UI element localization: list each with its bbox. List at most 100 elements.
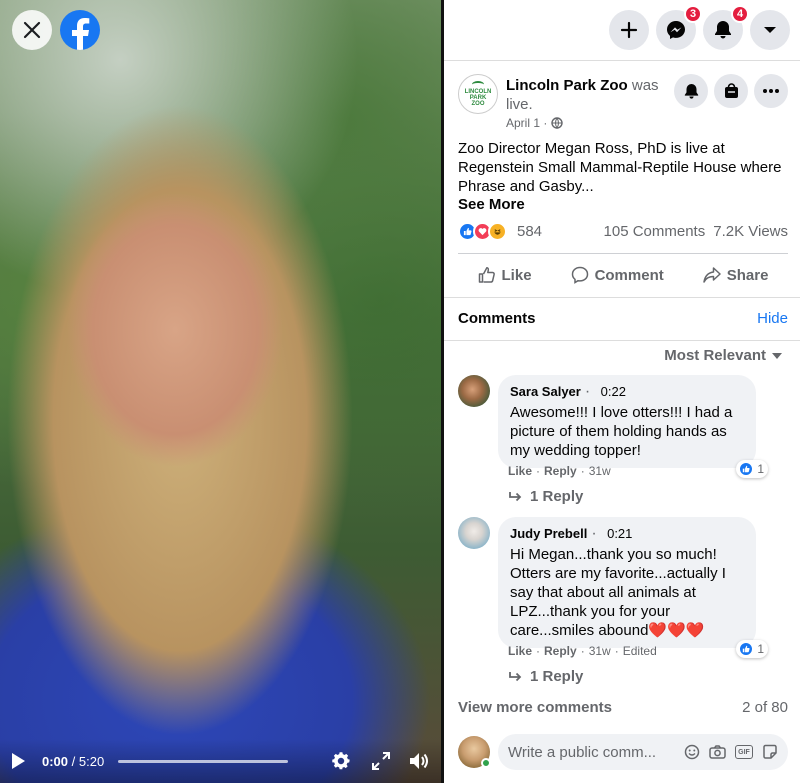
- comment-icon: [571, 266, 588, 284]
- reaction-icons[interactable]: [458, 221, 507, 241]
- camera-icon[interactable]: [709, 744, 726, 760]
- account-menu-button[interactable]: [750, 10, 790, 50]
- emoji-icon[interactable]: [684, 744, 700, 760]
- hide-comments-link[interactable]: Hide: [757, 310, 788, 327]
- like-button[interactable]: Like: [478, 266, 532, 284]
- globe-icon: [551, 117, 564, 129]
- close-icon: [23, 21, 41, 39]
- comment-video-timestamp[interactable]: 0:22: [601, 384, 626, 399]
- play-button[interactable]: [10, 752, 26, 770]
- view-replies-link[interactable]: 1 Reply: [508, 488, 583, 505]
- post-title: Lincoln Park Zoo was live.: [506, 76, 666, 114]
- comment-bubble: Judy Prebell · 0:21 Hi Megan...thank you …: [498, 517, 768, 658]
- composer-icons: GIF: [684, 744, 778, 760]
- comment-age[interactable]: 31w: [589, 644, 611, 658]
- comment-like-count[interactable]: 1: [736, 640, 768, 658]
- settings-button[interactable]: [330, 750, 352, 772]
- comment-button[interactable]: Comment: [571, 266, 664, 284]
- gif-label: GIF: [738, 748, 750, 756]
- separator-dot: ·: [584, 383, 591, 400]
- fullscreen-button[interactable]: [372, 752, 391, 770]
- current-time: 0:00: [42, 753, 69, 769]
- bell-icon: [684, 83, 698, 99]
- bell-icon: [715, 21, 731, 39]
- comment-meta: Like · Reply · 31w · Edited: [508, 644, 657, 658]
- comment-count[interactable]: 105 Comments: [604, 223, 706, 240]
- comment-video-timestamp[interactable]: 0:21: [607, 526, 632, 541]
- meta-dot: ·: [536, 464, 541, 478]
- commenter-avatar[interactable]: [458, 375, 490, 407]
- comment-like-link[interactable]: Like: [508, 464, 532, 478]
- volume-icon: [410, 753, 429, 769]
- like-reaction-icon: [738, 461, 755, 477]
- comment-like-count[interactable]: 1: [736, 460, 768, 478]
- actions-top-divider: [458, 253, 788, 254]
- share-button[interactable]: Share: [703, 266, 769, 284]
- online-status-dot: [481, 758, 491, 768]
- commenter-avatar[interactable]: [458, 517, 490, 549]
- see-more-link[interactable]: See More: [458, 196, 525, 213]
- volume-button[interactable]: [408, 751, 430, 771]
- messenger-badge: 3: [684, 5, 702, 23]
- meta-dot: ·: [580, 464, 585, 478]
- separator-dot: ·: [591, 525, 597, 542]
- comment-text: Hi Megan...thank you so much! Otters are…: [510, 545, 744, 640]
- comment-label: Comment: [594, 266, 664, 284]
- time-separator: /: [71, 753, 76, 769]
- comment-like-link[interactable]: Like: [508, 644, 532, 658]
- view-count: 7.2K Views: [713, 222, 788, 240]
- facebook-f-icon: [72, 18, 90, 50]
- post-text: Zoo Director Megan Ross, PhD is live at …: [458, 140, 782, 195]
- page-avatar[interactable]: LINCOLN PARK ZOO: [458, 74, 498, 114]
- comment-input-container[interactable]: GIF: [498, 734, 788, 770]
- view-replies-link[interactable]: 1 Reply: [508, 668, 583, 685]
- seek-bar[interactable]: [118, 759, 289, 763]
- fullscreen-icon: [372, 752, 391, 770]
- actions-bottom-divider: [444, 297, 800, 298]
- page-name-link[interactable]: Lincoln Park Zoo: [506, 77, 628, 94]
- shopping-bag-icon: [724, 83, 738, 98]
- create-button[interactable]: [609, 10, 649, 50]
- sort-label: Most Relevant: [664, 347, 766, 364]
- comment-age[interactable]: 31w: [589, 464, 611, 478]
- heart-emojis: ❤️❤️❤️: [648, 622, 705, 639]
- meta-dot: ·: [536, 644, 541, 658]
- meta-dot: ·: [614, 644, 619, 658]
- notify-button[interactable]: [674, 74, 708, 108]
- more-icon: [763, 89, 779, 93]
- close-button[interactable]: [12, 10, 52, 50]
- shop-button[interactable]: [714, 74, 748, 108]
- replies-count: 1 Reply: [530, 668, 584, 685]
- share-icon: [703, 267, 721, 283]
- live-video-player[interactable]: 0:00 / 5:20: [0, 0, 442, 783]
- commenter-name[interactable]: Judy Prebell: [510, 526, 587, 541]
- like-count-text: 1: [757, 642, 764, 656]
- messenger-button[interactable]: 3: [656, 5, 702, 50]
- sticker-icon[interactable]: [762, 744, 778, 760]
- comment-reply-link[interactable]: Reply: [544, 644, 577, 658]
- caret-down-icon: [772, 352, 782, 359]
- post-header-actions: [674, 74, 788, 108]
- comment-text: Awesome!!! I love otters!!! I had a pict…: [510, 404, 733, 459]
- facebook-logo[interactable]: [60, 10, 100, 50]
- comment-reply-link[interactable]: Reply: [544, 464, 577, 478]
- view-more-comments-link[interactable]: View more comments: [458, 699, 612, 716]
- total-time: 5:20: [78, 753, 105, 769]
- post-date[interactable]: April 1 ·: [506, 116, 564, 130]
- reaction-count[interactable]: 584: [517, 223, 542, 240]
- gif-icon[interactable]: GIF: [735, 745, 753, 759]
- play-icon: [12, 753, 25, 769]
- commenter-name[interactable]: Sara Salyer: [510, 384, 581, 399]
- notifications-button[interactable]: 4: [703, 5, 749, 50]
- comment-sort-dropdown[interactable]: Most Relevant: [664, 347, 782, 364]
- edited-label: Edited: [622, 644, 657, 658]
- thumbs-up-icon: [478, 267, 495, 283]
- reply-arrow-icon: [509, 491, 522, 501]
- comments-header-divider: [444, 340, 800, 341]
- share-label: Share: [726, 266, 769, 284]
- top-divider: [444, 60, 800, 61]
- comments-header: Comments Hide: [458, 310, 788, 327]
- comment-input[interactable]: [508, 743, 668, 761]
- more-options-button[interactable]: [754, 74, 788, 108]
- top-bar: 3 4: [444, 0, 800, 60]
